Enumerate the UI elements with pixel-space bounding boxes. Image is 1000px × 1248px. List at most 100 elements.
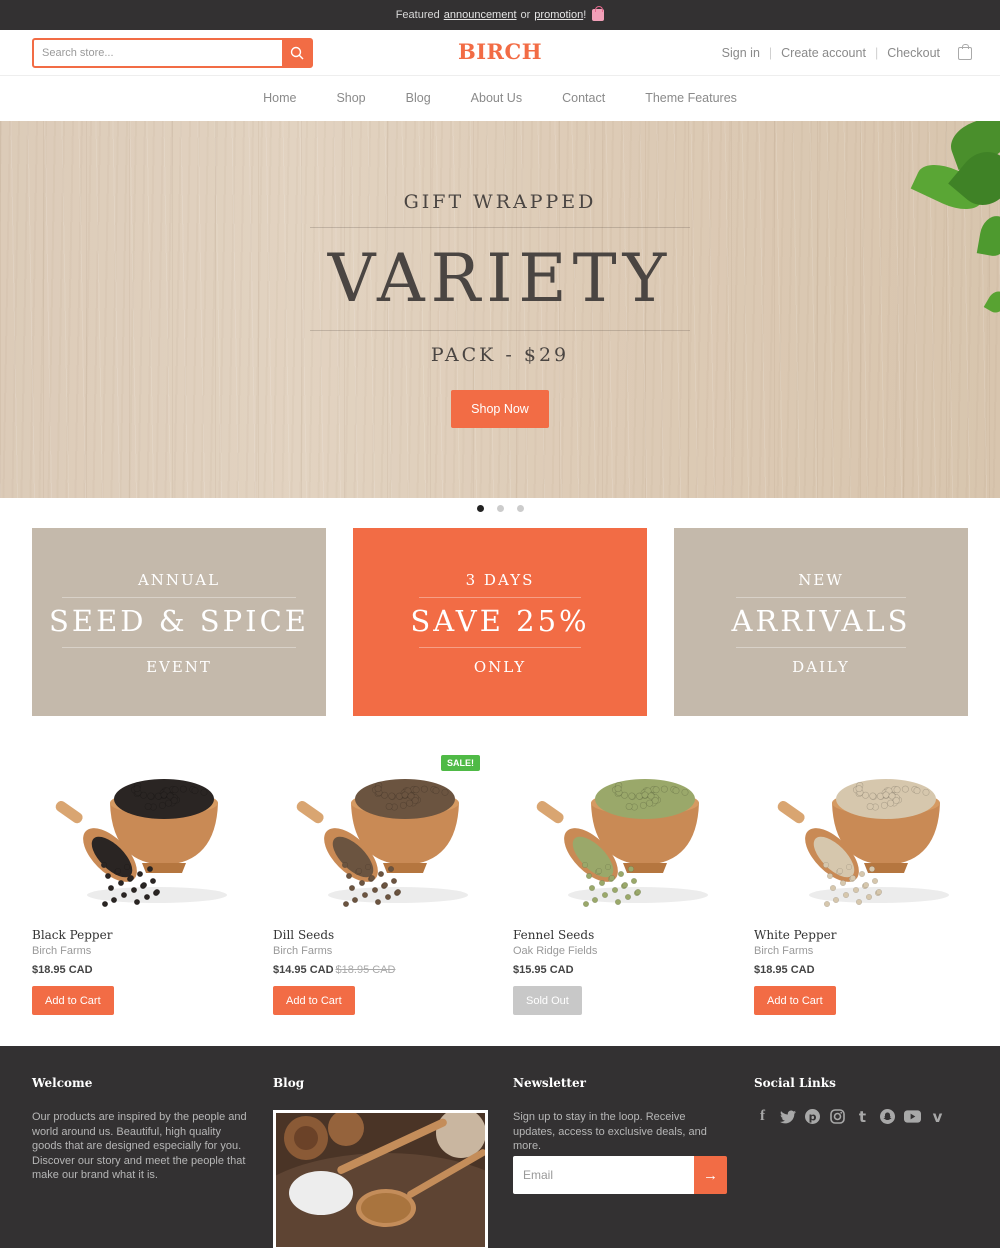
site-footer: Welcome Our products are inspired by the… bbox=[0, 1046, 1000, 1248]
email-input[interactable] bbox=[513, 1156, 694, 1194]
promo-bottom: DAILY bbox=[792, 658, 850, 676]
product-card: White Pepper Birch Farms $18.95 CAD Add … bbox=[754, 755, 969, 1017]
search-icon bbox=[290, 46, 303, 60]
promo-top: 3 DAYS bbox=[465, 571, 535, 589]
product-name[interactable]: Fennel Seeds bbox=[513, 928, 594, 942]
twitter-icon[interactable] bbox=[779, 1108, 796, 1125]
hero-divider bbox=[310, 227, 690, 228]
shop-now-button[interactable]: Shop Now bbox=[451, 390, 549, 428]
product-vendor: Birch Farms bbox=[273, 945, 333, 957]
product-card: Fennel Seeds Oak Ridge Fields $15.95 CAD… bbox=[513, 755, 728, 1017]
newsletter-form: → bbox=[513, 1156, 727, 1194]
search-input[interactable] bbox=[34, 40, 282, 66]
search-button[interactable] bbox=[282, 40, 311, 66]
promo-top: NEW bbox=[798, 571, 844, 589]
search-form bbox=[32, 38, 313, 68]
footer-welcome-text: Our products are inspired by the people … bbox=[32, 1111, 247, 1181]
promo-divider bbox=[736, 647, 906, 648]
snapchat-icon[interactable] bbox=[879, 1108, 896, 1125]
shopping-bag-emoji-icon bbox=[592, 6, 605, 21]
blog-image[interactable] bbox=[273, 1110, 488, 1248]
youtube-icon[interactable] bbox=[904, 1108, 921, 1125]
product-vendor: Oak Ridge Fields bbox=[513, 945, 598, 957]
separator: | bbox=[874, 46, 879, 60]
promo-bottom: EVENT bbox=[146, 658, 212, 676]
slide-dot-1[interactable] bbox=[476, 505, 484, 512]
promo-divider bbox=[419, 647, 581, 648]
nav-item-contact[interactable]: Contact bbox=[562, 91, 605, 105]
product-image[interactable] bbox=[513, 755, 728, 920]
promo-divider bbox=[62, 597, 296, 598]
facebook-icon[interactable]: f bbox=[754, 1108, 771, 1125]
announcement-middle: or bbox=[520, 9, 531, 21]
instagram-icon[interactable] bbox=[829, 1108, 846, 1125]
checkout-link[interactable]: Checkout bbox=[887, 46, 940, 60]
product-price: $15.95 CAD bbox=[513, 964, 574, 976]
svg-text:p: p bbox=[809, 1111, 817, 1124]
separator: | bbox=[768, 46, 773, 60]
nav-item-about-us[interactable]: About Us bbox=[471, 91, 522, 105]
promo-divider bbox=[736, 597, 906, 598]
subscribe-button[interactable]: → bbox=[694, 1156, 727, 1194]
hero-divider bbox=[310, 330, 690, 331]
nav-item-theme-features[interactable]: Theme Features bbox=[645, 91, 737, 105]
product-name[interactable]: Dill Seeds bbox=[273, 928, 334, 942]
promo-tile-new-arrivals[interactable]: NEW ARRIVALS DAILY bbox=[674, 528, 968, 716]
product-image[interactable] bbox=[273, 755, 488, 920]
tumblr-icon[interactable]: t bbox=[854, 1108, 871, 1126]
slide-dot-2[interactable] bbox=[496, 505, 504, 512]
product-image[interactable] bbox=[32, 755, 247, 920]
footer-welcome: Welcome Our products are inspired by the… bbox=[32, 1076, 247, 1183]
product-price: $18.95 CAD bbox=[32, 964, 93, 976]
pinterest-icon[interactable]: p bbox=[804, 1108, 821, 1125]
add-to-cart-button[interactable]: Add to Cart bbox=[32, 986, 114, 1015]
promo-tile-save[interactable]: 3 DAYS SAVE 25% ONLY bbox=[353, 528, 647, 716]
cart-icon[interactable] bbox=[958, 43, 972, 60]
announcement-bar: Featured announcement or promotion! bbox=[0, 0, 1000, 30]
footer-blog: Blog bbox=[273, 1076, 488, 1248]
newsletter-text: Sign up to stay in the loop. Receive upd… bbox=[513, 1111, 707, 1152]
slide-dot-3[interactable] bbox=[516, 505, 524, 512]
footer-social: Social Links f p t v bbox=[754, 1076, 969, 1126]
slideshow-dots bbox=[0, 505, 1000, 512]
footer-newsletter: Newsletter Sign up to stay in the loop. … bbox=[513, 1076, 728, 1194]
promo-divider bbox=[62, 647, 296, 648]
announcement-suffix: ! bbox=[583, 9, 587, 21]
product-vendor: Birch Farms bbox=[754, 945, 814, 957]
promo-bottom: ONLY bbox=[473, 658, 527, 676]
promo-divider bbox=[419, 597, 581, 598]
product-card: SALE! Dill Seeds Birch Farms $14.95 CAD $… bbox=[273, 755, 488, 1017]
promo-tile-seed-spice[interactable]: ANNUAL SEED & SPICE EVENT bbox=[32, 528, 326, 716]
account-links: Sign in | Create account | Checkout bbox=[722, 30, 972, 76]
main-nav: Home Shop Blog About Us Contact Theme Fe… bbox=[0, 76, 1000, 120]
product-image[interactable] bbox=[754, 755, 969, 920]
add-to-cart-button[interactable]: Add to Cart bbox=[273, 986, 355, 1015]
product-vendor: Birch Farms bbox=[32, 945, 92, 957]
sold-out-button: Sold Out bbox=[513, 986, 582, 1015]
product-price: $18.95 CAD bbox=[754, 964, 815, 976]
sale-badge: SALE! bbox=[441, 755, 480, 771]
social-links: f p t v bbox=[754, 1108, 969, 1126]
product-compare-price: $18.95 CAD bbox=[335, 964, 396, 976]
arrow-right-icon: → bbox=[703, 1166, 718, 1184]
vimeo-icon[interactable]: v bbox=[929, 1108, 946, 1126]
promo-main: ARRIVALS bbox=[731, 604, 911, 638]
promo-main: SAVE 25% bbox=[410, 604, 590, 638]
announcement-prefix: Featured bbox=[395, 9, 440, 21]
create-account-link[interactable]: Create account bbox=[781, 46, 866, 60]
footer-heading: Blog bbox=[273, 1076, 305, 1090]
hero-slideshow: GIFT WRAPPED VARIETY PACK - $29 Shop Now bbox=[0, 121, 1000, 498]
footer-heading: Newsletter bbox=[513, 1076, 586, 1090]
nav-item-home[interactable]: Home bbox=[263, 91, 296, 105]
promotion-link[interactable]: promotion bbox=[534, 9, 583, 21]
nav-item-blog[interactable]: Blog bbox=[406, 91, 431, 105]
product-name[interactable]: Black Pepper bbox=[32, 928, 112, 942]
product-name[interactable]: White Pepper bbox=[754, 928, 836, 942]
sign-in-link[interactable]: Sign in bbox=[722, 46, 760, 60]
add-to-cart-button[interactable]: Add to Cart bbox=[754, 986, 836, 1015]
hero-content: GIFT WRAPPED VARIETY PACK - $29 Shop Now bbox=[310, 121, 690, 498]
nav-item-shop[interactable]: Shop bbox=[336, 91, 365, 105]
site-header: BIRCH Sign in | Create account | Checkou… bbox=[0, 30, 1000, 76]
hero-title: VARIETY bbox=[327, 240, 673, 317]
announcement-link[interactable]: announcement bbox=[444, 9, 517, 21]
